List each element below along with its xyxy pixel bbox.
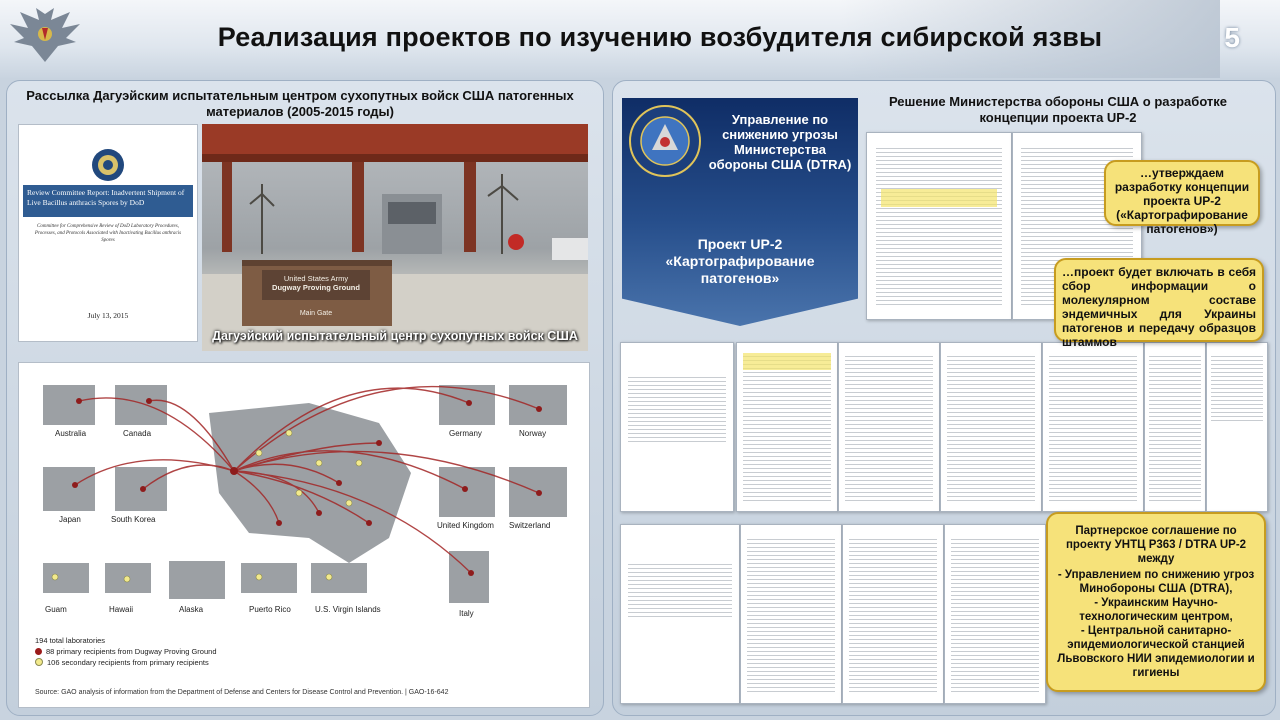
callout-approval: …утверждаем разработку концепции проекта… <box>1104 160 1260 236</box>
partner-lviv: - Центральной санитарно-эпидемиологическ… <box>1057 625 1255 679</box>
left-panel-title: Рассылка Дагуэйским испытательным центро… <box>26 88 574 119</box>
recipients-map: Australia Canada Germany Norway Japan So… <box>18 362 590 708</box>
dtra-heading: Управление по снижению угрозы Министерст… <box>708 112 852 172</box>
right-panel-title: Решение Министерства обороны США о разра… <box>888 94 1228 125</box>
label-japan: Japan <box>59 515 81 524</box>
page-number: 5 <box>1224 22 1240 53</box>
sign-line3: Main Gate <box>299 310 333 317</box>
label-puerto-rico: Puerto Rico <box>249 605 291 614</box>
dtra-seal-icon <box>629 105 701 177</box>
inset-norway <box>509 385 567 425</box>
label-switzerland: Switzerland <box>509 521 551 530</box>
primary-dot-icon <box>35 648 42 655</box>
dod-seal-icon <box>92 149 124 181</box>
inset-puerto-rico <box>241 563 297 593</box>
dtra-banner: Управление по снижению угрозы Министерст… <box>622 98 858 326</box>
label-italy: Italy <box>459 609 474 618</box>
callout-project-scope: …проект будет включать в себя сбор инфор… <box>1054 258 1264 349</box>
partner-dtra: - Управлением по снижению угроз Миноборо… <box>1057 569 1255 595</box>
agreement-page-3 <box>838 342 940 512</box>
sign-line2: Dugway Proving Ground <box>272 283 360 292</box>
sign-line1: United States Army <box>283 274 349 283</box>
ru-agreement-page-2 <box>740 524 842 704</box>
inset-japan <box>43 467 95 511</box>
agreement-page-1 <box>620 342 734 512</box>
map-legend: 194 total laboratories 88 primary recipi… <box>35 635 217 668</box>
photo-caption: Дагуэйский испытательный центр сухопутны… <box>212 329 578 343</box>
agreement-page-5 <box>1042 342 1144 512</box>
dtra-project: Проект UP-2 «Картографирование патогенов… <box>665 236 815 286</box>
dugway-photo: United States Army Dugway Proving Ground… <box>202 124 588 351</box>
legend-primary-row: 88 primary recipients from Dugway Provin… <box>35 646 217 657</box>
label-canada: Canada <box>123 429 152 438</box>
map-source: Source: GAO analysis of information from… <box>35 689 449 696</box>
inset-virgin-islands <box>311 563 367 593</box>
legend-secondary-row: 106 secondary recipients from primary re… <box>35 657 217 668</box>
legend-primary: 88 primary recipients from Dugway Provin… <box>46 647 217 656</box>
ru-agreement-page-1 <box>620 524 740 704</box>
ru-agreement-page-3 <box>842 524 944 704</box>
memo-document <box>866 132 1012 320</box>
report-subtitle: Committee for Comprehensive Review of Do… <box>34 224 182 243</box>
label-united-kingdom: United Kingdom <box>437 521 494 530</box>
label-south-korea: South Korea <box>111 515 156 524</box>
report-cover: Review Committee Report: Inadvertent Shi… <box>18 124 198 342</box>
inset-canada <box>115 385 167 425</box>
label-hawaii: Hawaii <box>109 605 134 614</box>
report-title: Review Committee Report: Inadvertent Shi… <box>23 185 193 217</box>
report-date: July 13, 2015 <box>87 311 129 320</box>
callout-partners: Партнерское соглашение по проекту УНТЦ Р… <box>1046 512 1266 692</box>
secondary-dot-icon <box>35 658 43 666</box>
label-guam: Guam <box>45 605 67 614</box>
agreement-page-7 <box>1206 342 1268 512</box>
label-virgin-islands: U.S. Virgin Islands <box>315 605 381 614</box>
inset-australia <box>43 385 95 425</box>
partners-title: Партнерское соглашение по проекту УНТЦ Р… <box>1065 525 1247 565</box>
label-germany: Germany <box>449 429 482 438</box>
gate-illustration <box>202 124 588 351</box>
inset-alaska <box>169 561 225 599</box>
label-australia: Australia <box>55 429 87 438</box>
eagle-emblem-icon <box>10 8 80 62</box>
agreement-page-6 <box>1144 342 1206 512</box>
ru-agreement-page-4 <box>944 524 1046 704</box>
partner-stcu: - Украинским Научно-технологическим цент… <box>1079 597 1233 623</box>
label-alaska: Alaska <box>179 605 204 614</box>
legend-total: 194 total laboratories <box>35 636 106 645</box>
agreement-page-2 <box>736 342 838 512</box>
inset-uk <box>439 467 495 517</box>
label-norway: Norway <box>519 429 547 438</box>
legend-secondary: 106 secondary recipients from primary re… <box>47 658 209 667</box>
agreement-page-4 <box>940 342 1042 512</box>
page-title: Реализация проектов по изучению возбудит… <box>217 22 1103 52</box>
inset-guam <box>43 563 89 593</box>
